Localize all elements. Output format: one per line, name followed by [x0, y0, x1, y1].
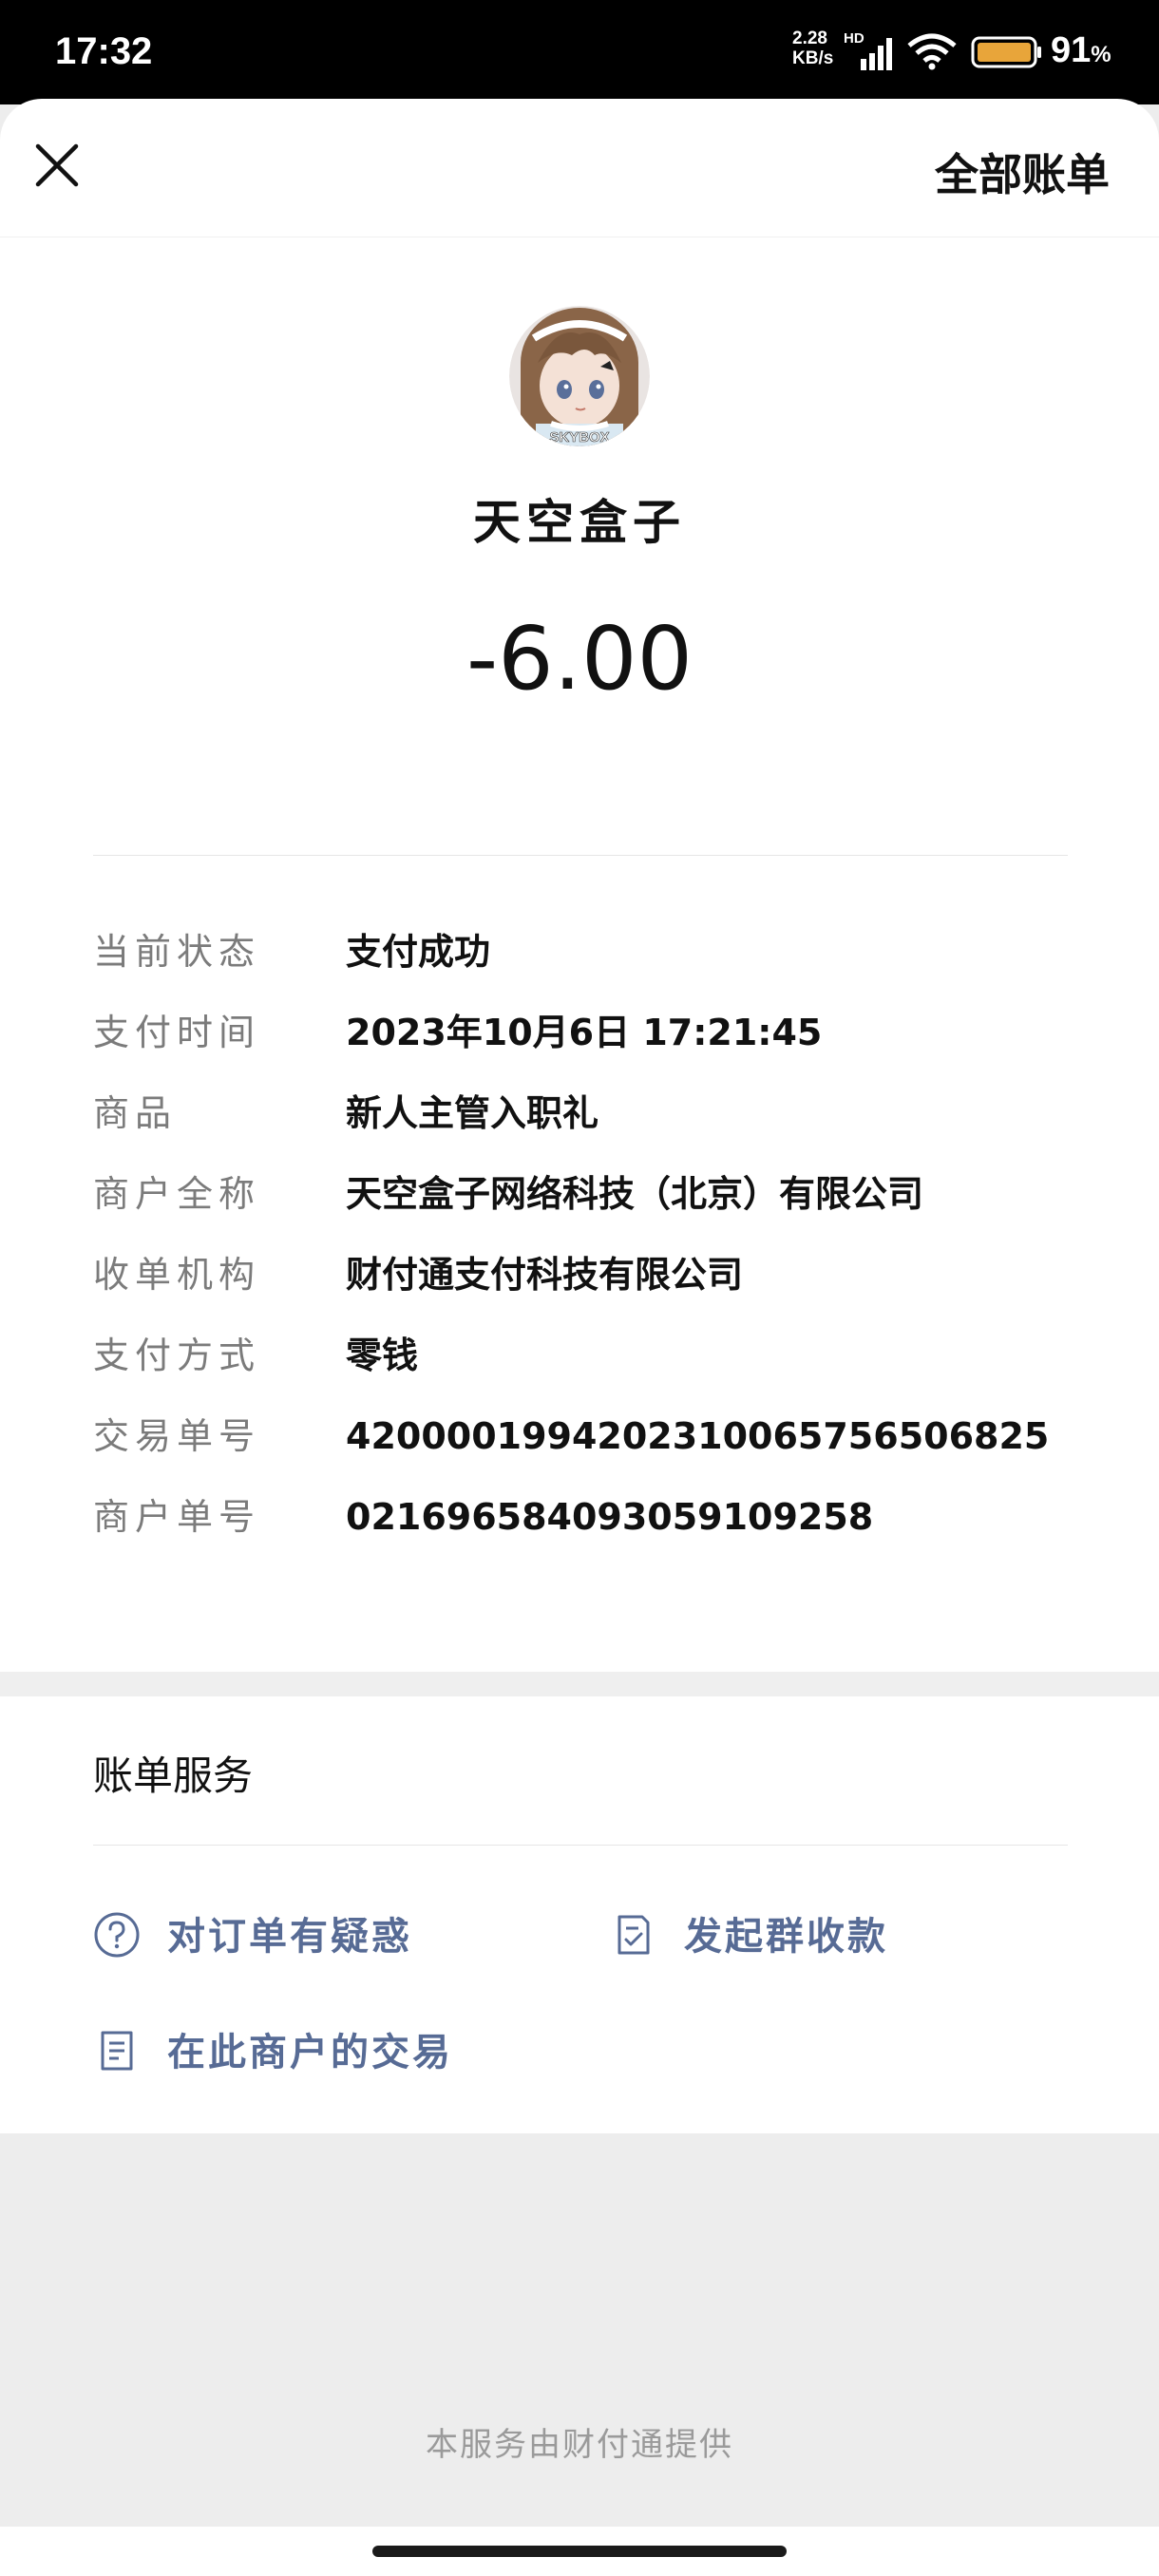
footer: 本服务由财付通提供	[0, 2133, 1159, 2532]
merchant-transactions-link[interactable]: 在此商户的交易	[93, 2016, 568, 2082]
merchant-transactions-label: 在此商户的交易	[167, 2031, 453, 2074]
detail-row: 交易单号 4200001994202310065756506825	[93, 1408, 1072, 1465]
detail-label: 收单机构	[93, 1254, 261, 1296]
group-collection-label: 发起群收款	[684, 1915, 888, 1959]
detail-label: 交易单号	[93, 1415, 261, 1457]
footer-note: 本服务由财付通提供	[426, 2426, 733, 2464]
detail-row: 商户全称 天空盒子网络科技（北京）有限公司	[93, 1165, 1072, 1222]
close-icon	[35, 143, 79, 187]
divider	[93, 1845, 1068, 1846]
detail-label: 支付方式	[93, 1335, 261, 1376]
detail-value: 2023年10月6日 17:21:45	[346, 1012, 823, 1053]
section-separator	[0, 1672, 1159, 1696]
order-question-link[interactable]: 对订单有疑惑	[93, 1900, 511, 1966]
home-indicator[interactable]	[372, 2546, 787, 2557]
detail-value: 零钱	[346, 1335, 419, 1376]
detail-row: 收单机构 财付通支付科技有限公司	[93, 1246, 1072, 1303]
avatar: SKYBOX	[509, 306, 650, 446]
document-icon	[101, 2031, 133, 2071]
detail-label: 支付时间	[93, 1012, 261, 1053]
detail-value: 财付通支付科技有限公司	[346, 1254, 744, 1296]
detail-label: 商户单号	[93, 1496, 261, 1538]
bill-services-section: 账单服务 对订单有疑惑 发起群收款 在此商户的交易	[0, 1696, 1159, 2133]
battery-number: 91	[1051, 30, 1092, 70]
detail-row: 商品 新人主管入职礼	[93, 1085, 1072, 1142]
checklist-icon	[618, 1915, 650, 1955]
merchant-name: 天空盒子	[473, 495, 686, 550]
detail-row: 支付时间 2023年10月6日 17:21:45	[93, 1004, 1072, 1061]
divider	[93, 855, 1068, 856]
order-question-label: 对订单有疑惑	[167, 1915, 412, 1959]
detail-value: 4200001994202310065756506825	[346, 1415, 1050, 1457]
detail-label: 商户全称	[93, 1173, 261, 1215]
all-bills-button[interactable]: 全部账单	[935, 141, 1110, 203]
group-collection-link[interactable]: 发起群收款	[610, 1900, 990, 1966]
detail-value: 天空盒子网络科技（北京）有限公司	[346, 1173, 924, 1215]
avatar-text: SKYBOX	[549, 429, 609, 445]
detail-label: 商品	[93, 1092, 178, 1134]
question-circle-icon	[94, 1912, 140, 1958]
battery-level: 91%	[1051, 30, 1112, 71]
bill-detail-sheet: 全部账单 SKYBOX 天空盒子 -6.00 当前状态 支付成功 支付时间 20…	[0, 99, 1159, 1676]
network-speed: 2.28 KB/s	[792, 28, 840, 68]
status-time: 17:32	[55, 30, 153, 72]
services-title: 账单服务	[93, 1752, 254, 1799]
detail-row: 当前状态 支付成功	[93, 923, 1072, 980]
detail-value: 021696584093059109258	[346, 1496, 874, 1538]
wifi-icon	[907, 33, 957, 70]
detail-value: 新人主管入职礼	[346, 1092, 599, 1134]
battery-icon	[971, 36, 1041, 68]
signal-icon	[861, 38, 892, 70]
detail-row: 商户单号 021696584093059109258	[93, 1488, 1072, 1545]
network-speed-unit: KB/s	[792, 48, 834, 68]
battery-percent-sign: %	[1091, 42, 1112, 67]
detail-value: 支付成功	[346, 931, 491, 973]
detail-row: 支付方式 零钱	[93, 1327, 1072, 1384]
close-button[interactable]	[28, 137, 86, 194]
detail-label: 当前状态	[93, 931, 261, 973]
payment-amount: -6.00	[466, 608, 694, 710]
nav-bar: 全部账单	[0, 99, 1159, 237]
status-bar: 17:32 2.28 KB/s HD 91%	[0, 0, 1159, 104]
network-speed-value: 2.28	[792, 28, 827, 48]
